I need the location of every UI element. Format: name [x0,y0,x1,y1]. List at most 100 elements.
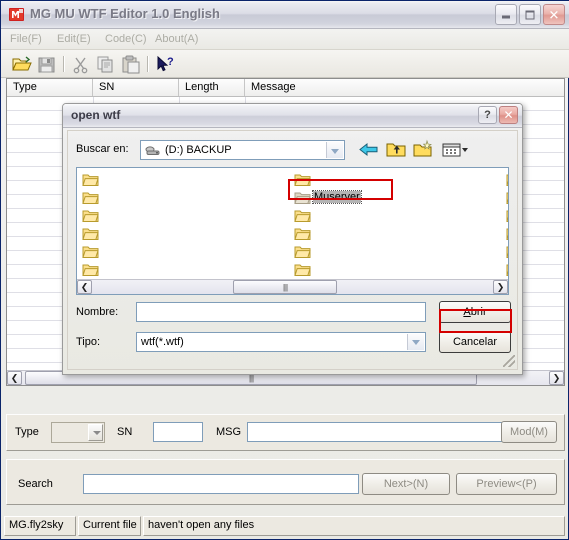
filename-input[interactable] [136,302,426,322]
list-item[interactable] [81,189,221,206]
hscroll-thumb[interactable]: |||| [233,280,337,294]
open-folder-icon[interactable] [12,55,32,74]
folder-list-pane[interactable]: Muserver ❮ |||| ❯ [76,167,509,295]
open-button-label: Abrir [463,306,487,318]
column-header-type[interactable]: Type [7,79,93,96]
menu-edit[interactable]: Edit(E) [57,33,91,45]
app-icon [8,6,25,23]
dialog-close-button[interactable]: ✕ [499,106,518,124]
copy-icon [96,55,116,74]
status-current-file-value: haven't open any files [143,516,565,536]
application-window: MG MU WTF Editor 1.0 English ✕ File(F) E… [0,0,569,540]
sn-label: SN [117,426,133,438]
type-combo[interactable] [51,422,105,443]
list-item[interactable] [505,225,508,242]
question-mark-icon: ? [484,109,491,121]
column-header-message[interactable]: Message [245,79,564,96]
mod-button[interactable]: Mod(M) [501,421,557,443]
cancel-button-label: Cancelar [452,336,498,348]
list-item[interactable] [293,225,433,242]
filename-label: Nombre: [76,306,119,318]
paste-icon [121,55,141,74]
type-label: Type [15,426,39,438]
window-title: MG MU WTF Editor 1.0 English [30,6,220,21]
scroll-right-button[interactable]: ❯ [493,280,508,294]
list-item[interactable] [505,261,508,278]
open-button[interactable]: Abrir [439,301,511,323]
sn-input[interactable] [153,422,203,442]
lookin-combobox[interactable]: (D:) BACKUP [140,140,345,160]
lookin-value: (D:) BACKUP [165,144,232,156]
dialog-body: Buscar en: (D:) BACKUP Muserver ❮ |||| ❯… [67,130,518,370]
chevron-down-icon[interactable] [407,334,424,350]
scroll-right-button[interactable]: ❯ [549,371,564,385]
list-item[interactable] [293,261,433,278]
list-item[interactable] [505,189,508,206]
menu-code[interactable]: Code(C) [105,33,147,45]
list-item[interactable] [505,243,508,260]
menu-file[interactable]: File(F) [10,33,42,45]
list-item[interactable] [293,171,433,188]
list-item[interactable] [81,207,221,224]
list-item[interactable] [81,225,221,242]
next-button[interactable]: Next>(N) [362,473,450,495]
menu-bar: File(F) Edit(E) Code(C) About(A) [1,29,569,50]
help-pointer-icon[interactable]: ? [155,55,175,74]
resize-grip[interactable] [503,355,515,367]
list-item[interactable] [81,261,221,278]
column-header-length[interactable]: Length [179,79,245,96]
new-folder-icon[interactable] [412,139,434,160]
folder-name: Muserver [312,190,362,204]
drive-icon [145,145,161,157]
open-file-dialog: open wtf ? ✕ Buscar en: (D:) BACKUP Muse… [62,103,523,375]
window-controls: ✕ [495,4,565,25]
list-item[interactable] [505,171,508,188]
folder-pane-hscrollbar[interactable]: ❮ |||| ❯ [77,279,508,294]
mod-button-label: Mod(M) [510,426,548,438]
toolbar-separator-1 [63,56,65,72]
close-icon: ✕ [503,108,514,122]
cancel-button[interactable]: Cancelar [439,331,511,353]
column-header-sn[interactable]: SN [93,79,179,96]
selected-folder-muserver[interactable]: Muserver [293,189,433,206]
close-button[interactable]: ✕ [543,4,565,25]
status-bar: MG.fly2sky Current file haven't open any… [4,516,567,536]
toolbar-separator-2 [147,56,149,72]
list-item[interactable] [293,243,433,260]
filetype-combobox[interactable]: wtf(*.wtf) [136,332,426,352]
list-item[interactable] [81,171,221,188]
scroll-left-button[interactable]: ❮ [77,280,92,294]
maximize-icon [525,10,535,19]
menu-about[interactable]: About(A) [155,33,198,45]
next-button-label: Next>(N) [383,478,429,490]
filetype-value: wtf(*.wtf) [141,336,184,348]
dialog-title-bar: open wtf ? ✕ [63,104,522,128]
dialog-help-button[interactable]: ? [478,106,497,124]
preview-button[interactable]: Preview<(P) [456,473,557,495]
search-input[interactable] [83,474,359,494]
status-author: MG.fly2sky [4,516,76,536]
svg-text:?: ? [167,56,174,68]
search-label: Search [18,478,53,490]
chevron-down-icon[interactable] [88,424,103,441]
preview-button-label: Preview<(P) [476,478,537,490]
list-item[interactable] [81,243,221,260]
dialog-title: open wtf [71,108,121,122]
close-icon: ✕ [548,7,560,22]
save-disk-icon [37,55,57,74]
maximize-button[interactable] [519,4,541,25]
up-folder-icon[interactable] [385,139,407,160]
title-bar: MG MU WTF Editor 1.0 English ✕ [1,1,569,29]
list-item[interactable] [505,207,508,224]
chevron-down-icon[interactable] [326,142,343,158]
edit-panel: Type SN MSG Mod(M) [6,414,565,451]
list-item[interactable] [293,207,433,224]
cut-scissors-icon [71,55,91,74]
minimize-button[interactable] [495,4,517,25]
back-arrow-icon[interactable] [358,139,380,160]
listview-header: Type SN Length Message [7,79,564,97]
views-menu-icon[interactable] [441,139,469,160]
scroll-left-button[interactable]: ❮ [7,371,22,385]
toolbar: ? [1,50,569,78]
msg-input[interactable] [247,422,520,442]
